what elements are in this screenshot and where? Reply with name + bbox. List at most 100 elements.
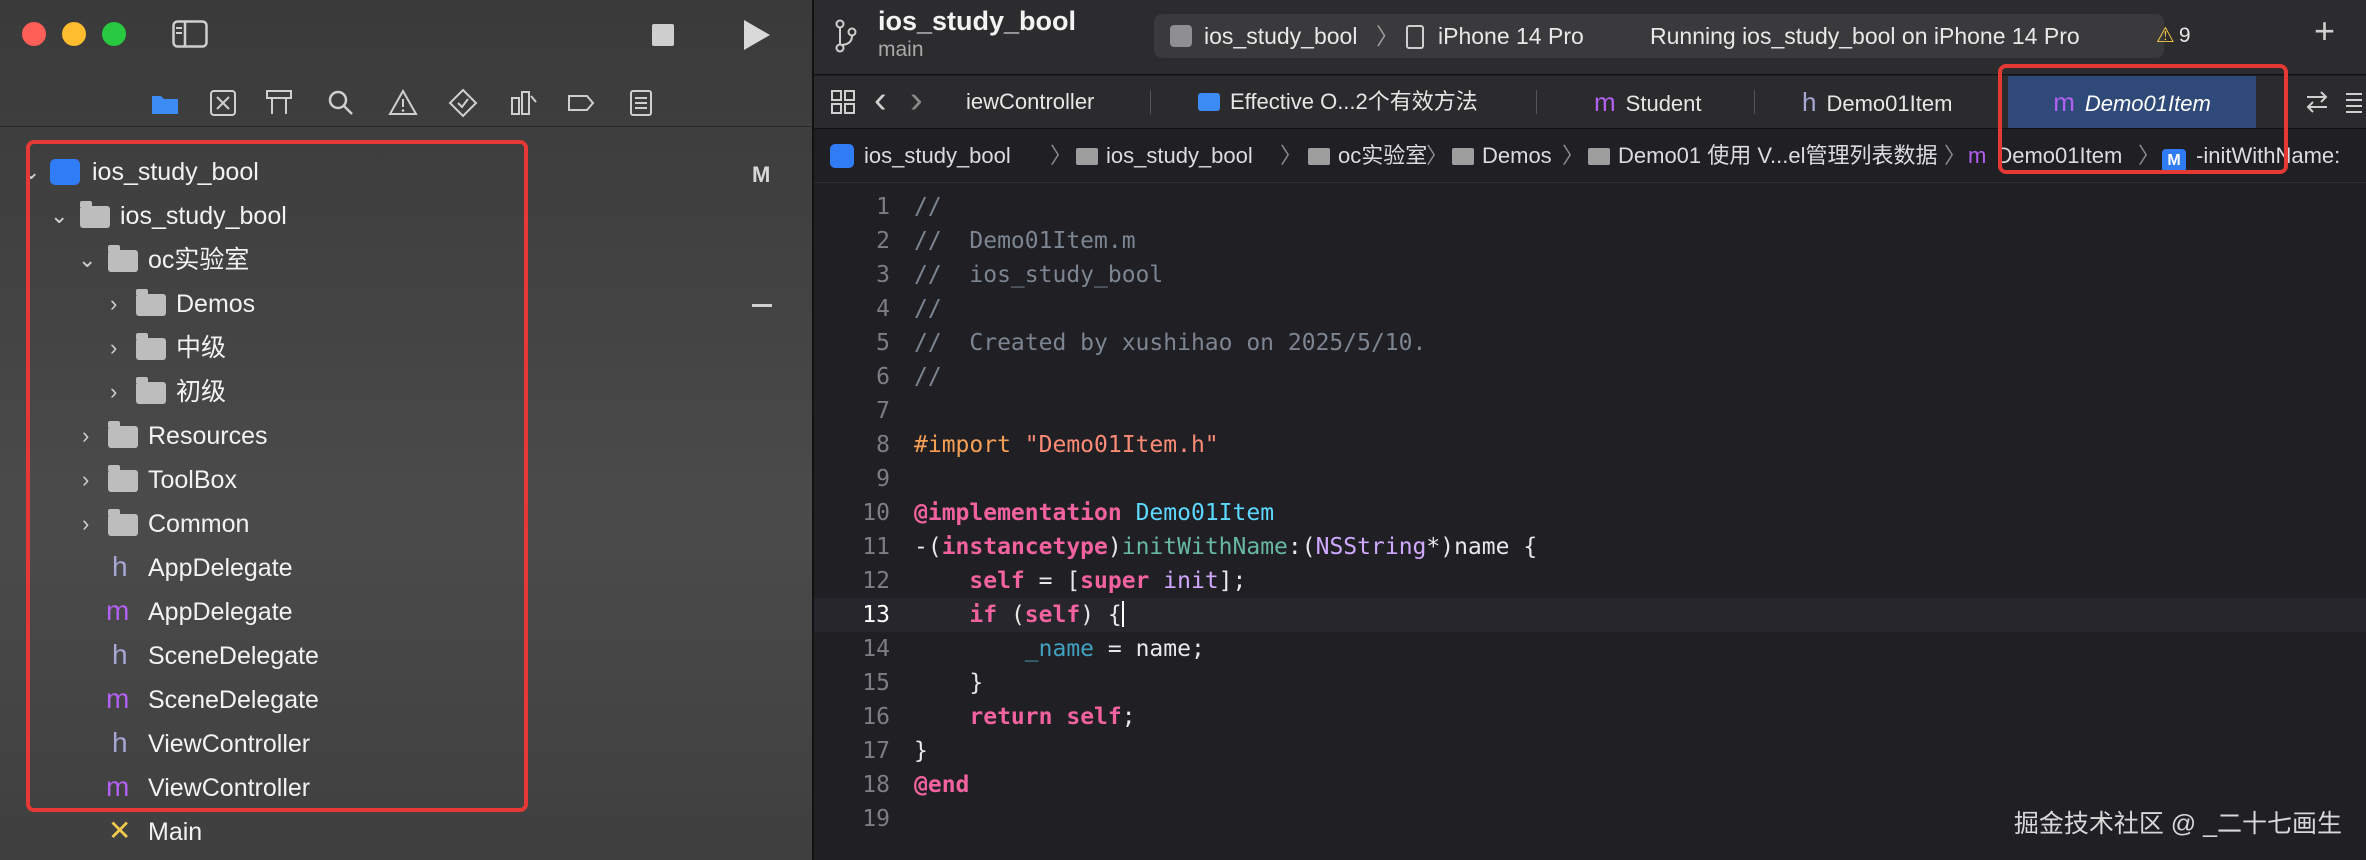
- line-number: 16: [862, 704, 890, 730]
- branch-icon: [835, 19, 857, 53]
- code-line[interactable]: 5 // Created by xushihao on 2025/5/10.: [814, 326, 2366, 360]
- implementation-file-icon: m: [1968, 143, 1987, 168]
- scheme-activity-bar[interactable]: ios_study_bool 〉 iPhone 14 Pro Running i…: [1154, 14, 2164, 58]
- code-line[interactable]: 9: [814, 462, 2366, 496]
- scheme-selector[interactable]: ios_study_bool: [1204, 14, 1357, 58]
- line-number: 19: [862, 806, 890, 832]
- breadcrumb-item-project[interactable]: ios_study_bool: [830, 130, 1011, 182]
- folder-icon: [1452, 148, 1474, 165]
- tab-effective-objc[interactable]: Effective O...2个有效方法: [1198, 76, 1478, 128]
- minimize-window-button[interactable]: [62, 22, 86, 46]
- test-navigator-icon[interactable]: [448, 88, 478, 118]
- line-number: 12: [862, 568, 890, 594]
- code-text: // Demo01Item.m: [914, 228, 1136, 254]
- highlight-box-active-tab: [1998, 64, 2288, 174]
- sidebar-toggle-icon[interactable]: [172, 20, 208, 48]
- navigator-sidebar: ⌄ ios_study_bool ⌄ ios_study_bool ⌄ oc实验…: [0, 0, 814, 860]
- collapse-dash-icon: [752, 304, 772, 307]
- code-text: -(instancetype)initWithName:(NSString*)n…: [914, 534, 1538, 560]
- warning-count: 9: [2178, 24, 2191, 47]
- code-line[interactable]: 10 @implementation Demo01Item: [814, 496, 2366, 530]
- code-text: _name = name;: [1024, 636, 1205, 662]
- iphone-icon: [1406, 25, 1424, 49]
- grid-icon[interactable]: [830, 89, 856, 115]
- breadcrumb-item-folder[interactable]: Demo01 使用 V...el管理列表数据: [1588, 130, 1938, 182]
- line-number: 17: [862, 738, 890, 764]
- breakpoint-navigator-icon[interactable]: [566, 88, 596, 118]
- image-file-icon: [1198, 93, 1220, 111]
- tab-label: Student: [1625, 91, 1702, 116]
- code-text: //: [914, 194, 942, 220]
- code-line[interactable]: 14 _name = name;: [814, 632, 2366, 666]
- folder-icon: [1076, 148, 1098, 165]
- highlight-box-navigator: [26, 140, 528, 812]
- code-text: // Created by xushihao on 2025/5/10.: [914, 330, 1427, 356]
- stop-button[interactable]: [652, 24, 674, 46]
- code-line[interactable]: 6 //: [814, 360, 2366, 394]
- issue-navigator-icon[interactable]: [388, 88, 418, 118]
- code-line[interactable]: 4 //: [814, 292, 2366, 326]
- breadcrumb-label: ios_study_bool: [1106, 143, 1253, 168]
- tab-viewcontroller[interactable]: iewController: [966, 76, 1094, 128]
- breadcrumb-item-folder[interactable]: oc实验室: [1308, 130, 1427, 182]
- breadcrumb-item-folder[interactable]: Demos: [1452, 130, 1552, 182]
- report-navigator-icon[interactable]: [626, 88, 656, 118]
- warnings-indicator[interactable]: ⚠ 9: [2156, 14, 2191, 58]
- branch-name[interactable]: main: [878, 38, 924, 62]
- modified-badge: M: [752, 162, 771, 187]
- tree-item-file[interactable]: ✕ Main: [0, 810, 812, 854]
- breadcrumb-label: ios_study_bool: [864, 143, 1011, 168]
- search-icon[interactable]: [326, 88, 356, 118]
- code-line[interactable]: 15 }: [814, 666, 2366, 700]
- tab-student[interactable]: m Student: [1594, 76, 1702, 128]
- back-arrow-icon[interactable]: ‹: [874, 76, 887, 128]
- code-text: @end: [914, 772, 970, 798]
- source-editor[interactable]: 1 // 2 // Demo01Item.m 3 // ios_study_bool 4 //…: [814, 186, 2366, 860]
- zoom-window-button[interactable]: [102, 22, 126, 46]
- code-line[interactable]: 7: [814, 394, 2366, 428]
- line-number: 6: [876, 364, 890, 390]
- forward-arrow-icon[interactable]: ›: [910, 76, 923, 128]
- code-line[interactable]: 3 // ios_study_bool: [814, 258, 2366, 292]
- line-number: 4: [876, 296, 890, 322]
- line-number: 3: [876, 262, 890, 288]
- code-text: //: [914, 296, 942, 322]
- line-number: 11: [862, 534, 890, 560]
- close-window-button[interactable]: [22, 22, 46, 46]
- line-number: 15: [862, 670, 890, 696]
- watermark: 掘金技术社区 @ _二十七画生: [2013, 810, 2342, 838]
- code-line[interactable]: 13 if (self) {: [814, 598, 2366, 632]
- activity-status: Running ios_study_bool on iPhone 14 Pro: [1650, 23, 2080, 49]
- code-line[interactable]: 11 -(instancetype)initWithName:(NSString*…: [814, 530, 2366, 564]
- symbol-navigator-icon[interactable]: [264, 88, 294, 118]
- device-selector[interactable]: iPhone 14 Pro: [1438, 14, 1584, 58]
- xcode-project-icon: [830, 144, 854, 168]
- code-line[interactable]: 17}: [814, 734, 2366, 768]
- code-line[interactable]: 1 //: [814, 190, 2366, 224]
- editor-options-icon[interactable]: [2344, 90, 2362, 114]
- code-line[interactable]: 8 #import "Demo01Item.h": [814, 428, 2366, 462]
- code-text: self = [super init];: [969, 568, 1247, 594]
- header-file-icon: h: [1802, 87, 1817, 117]
- tab-divider: [1536, 90, 1537, 114]
- line-number: 14: [862, 636, 890, 662]
- breadcrumb-label: Demo01 使用 V...el管理列表数据: [1618, 143, 1938, 168]
- related-items-icon[interactable]: [2304, 90, 2330, 114]
- line-number: 7: [876, 398, 890, 424]
- code-line[interactable]: 12 self = [super init];: [814, 564, 2366, 598]
- run-button[interactable]: [744, 20, 770, 50]
- code-line[interactable]: 2 // Demo01Item.m: [814, 224, 2366, 258]
- tab-demo01item-h[interactable]: h Demo01Item: [1802, 76, 1952, 128]
- code-text: // ios_study_bool: [914, 262, 1164, 288]
- code-text: //: [914, 364, 942, 390]
- code-line[interactable]: 16 return self;: [814, 700, 2366, 734]
- project-navigator-icon[interactable]: [150, 88, 180, 118]
- source-control-navigator-icon[interactable]: [208, 88, 238, 118]
- tab-divider: [1150, 90, 1151, 114]
- debug-navigator-icon[interactable]: [508, 88, 538, 118]
- tab-label: Effective O...2个有效方法: [1230, 89, 1478, 114]
- code-line[interactable]: 18 @end: [814, 768, 2366, 802]
- add-button[interactable]: +: [2314, 10, 2335, 52]
- app-scheme-icon: [1170, 25, 1192, 47]
- breadcrumb-item-folder[interactable]: ios_study_bool: [1076, 130, 1253, 182]
